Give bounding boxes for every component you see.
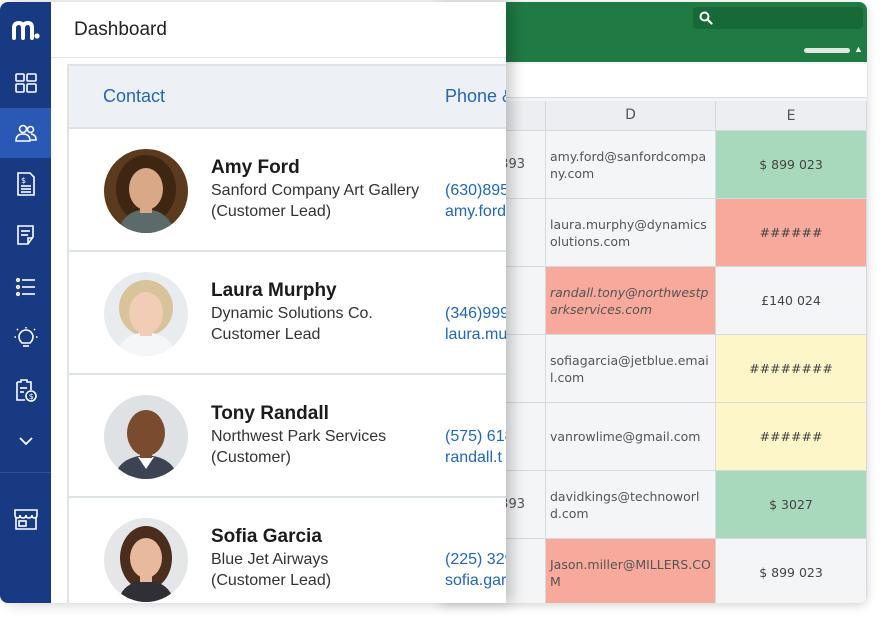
column-header-e[interactable]: E [716, 101, 867, 131]
idea-icon [14, 327, 37, 347]
table-header: Contact Phone & [69, 66, 506, 129]
logo-icon [11, 20, 40, 40]
sheet-cell-d-text: davidkings@technoworld.com [550, 488, 700, 521]
avatar-photo-tony [104, 395, 188, 479]
contact-company: Northwest Park Services [211, 428, 387, 445]
collapse-caret-icon[interactable]: ▲ [854, 44, 863, 54]
nav-invoices[interactable]: $ [0, 159, 51, 209]
sidebar: $ $ [0, 2, 51, 603]
avatar[interactable] [104, 149, 188, 233]
svg-text:$: $ [28, 392, 33, 401]
nav-store[interactable] [0, 494, 51, 544]
nav-dashboard[interactable] [0, 58, 51, 108]
chevron-down-icon [18, 437, 33, 446]
sheet-cell-d-text: sofiagarcia@jetblue.email.com [550, 352, 709, 385]
sheet-cell-d[interactable]: randall.tony@northwestparkservices.com [546, 267, 716, 335]
contacts-table: Contact Phone & Amy Ford Sanford Company… [67, 64, 506, 603]
avatar-photo-amy [104, 149, 188, 233]
sheet-cell-e[interactable]: ###### [716, 199, 867, 267]
table-row[interactable]: Amy Ford Sanford Company Art Gallery (Cu… [69, 129, 506, 252]
contact-company: Sanford Company Art Gallery [211, 182, 420, 199]
sheet-cell-e[interactable]: $ 3027 [716, 471, 867, 539]
contact-email[interactable]: sofia.gar [445, 572, 506, 590]
billing-icon: $ [15, 379, 37, 402]
avatar-photo-laura [104, 272, 188, 356]
nav-notes[interactable] [0, 210, 51, 260]
sheet-cell-d[interactable]: Jason.miller@MILLERS.COM [546, 539, 716, 603]
nav-billing[interactable]: $ [0, 365, 51, 415]
sidebar-divider [0, 472, 51, 473]
contact-company: Blue Jet Airways [211, 551, 329, 568]
contact-name[interactable]: Tony Randall [211, 403, 329, 425]
sheet-cell-d-text: vanrowlime@gmail.com [550, 429, 701, 444]
spreadsheet-search-input[interactable] [693, 7, 863, 29]
sheet-cell-e[interactable]: $ 899 023 [716, 131, 867, 199]
sheet-cell-e[interactable]: ###### [716, 403, 867, 471]
contact-email[interactable]: amy.ford [445, 203, 506, 221]
top-bar: Dashboard [51, 2, 506, 58]
sheet-cell-e[interactable]: ######## [716, 335, 867, 403]
sheet-cell-e[interactable]: $ 899 023 [716, 539, 867, 603]
contact-phone[interactable]: (225) 329 [445, 551, 506, 569]
sheet-cell-d-text: laura.murphy@dynamicsolutions.com [550, 216, 707, 249]
table-row[interactable]: Laura Murphy Dynamic Solutions Co. Custo… [69, 252, 506, 375]
column-header-d[interactable]: D [546, 101, 716, 131]
page-title: Dashboard [74, 19, 167, 40]
store-icon [13, 509, 38, 530]
invoice-icon: $ [16, 172, 35, 196]
sheet-cell-e[interactable]: £140 024 [716, 267, 867, 335]
notes-icon [16, 225, 34, 245]
contact-phone[interactable]: (346)999 [445, 305, 506, 323]
ribbon-toggle[interactable] [804, 48, 850, 53]
contact-role: (Customer Lead) [211, 203, 332, 220]
nav-more[interactable] [0, 416, 51, 466]
sheet-cell-d[interactable]: amy.ford@sanfordcompany.com [546, 131, 716, 199]
contact-phone[interactable]: (575) 618 [445, 428, 506, 446]
avatar[interactable] [104, 272, 188, 356]
contact-name[interactable]: Amy Ford [211, 157, 300, 179]
avatar-photo-sofia [104, 518, 188, 602]
contact-email[interactable]: randall.t [445, 449, 502, 467]
contact-name[interactable]: Laura Murphy [211, 280, 337, 302]
contact-name[interactable]: Sofia Garcia [211, 526, 322, 548]
dashboard-icon [14, 73, 37, 93]
sheet-cell-d-text: randall.tony@northwestparkservices.com [550, 284, 709, 317]
sheet-cell-d[interactable]: davidkings@technoworld.com [546, 471, 716, 539]
sheet-cell-d[interactable]: laura.murphy@dynamicsolutions.com [546, 199, 716, 267]
sheet-cell-d-text: Jason.miller@MILLERS.COM [550, 556, 711, 589]
sheet-cell-d[interactable]: sofiagarcia@jetblue.email.com [546, 335, 716, 403]
contact-company: Dynamic Solutions Co. [211, 305, 373, 322]
avatar[interactable] [104, 395, 188, 479]
crm-window: $ $ Dashboard Contact Phone Amy Ford San… [0, 2, 506, 603]
contact-phone[interactable]: (630)895 [445, 182, 506, 200]
nav-list[interactable] [0, 262, 51, 312]
svg-text:$: $ [21, 176, 26, 185]
app-logo[interactable] [0, 2, 51, 58]
contact-role: (Customer Lead) [211, 572, 332, 589]
column-header-contact[interactable]: Contact [103, 86, 165, 107]
contact-role: Customer Lead [211, 326, 321, 343]
table-row[interactable]: Sofia Garcia Blue Jet Airways (Customer … [69, 498, 506, 603]
contacts-icon [14, 124, 37, 142]
sheet-cell-d[interactable]: vanrowlime@gmail.com [546, 403, 716, 471]
search-icon [699, 11, 713, 25]
sheet-cell-d-text: amy.ford@sanfordcompany.com [550, 148, 707, 181]
table-row[interactable]: Tony Randall Northwest Park Services (Cu… [69, 375, 506, 498]
contact-email[interactable]: laura.mu [445, 326, 506, 344]
avatar[interactable] [104, 518, 188, 602]
contact-role: (Customer) [211, 449, 292, 466]
list-icon [15, 277, 35, 297]
nav-ideas[interactable] [0, 314, 51, 364]
column-header-phone[interactable]: Phone & [445, 86, 506, 107]
nav-contacts[interactable] [0, 108, 51, 158]
